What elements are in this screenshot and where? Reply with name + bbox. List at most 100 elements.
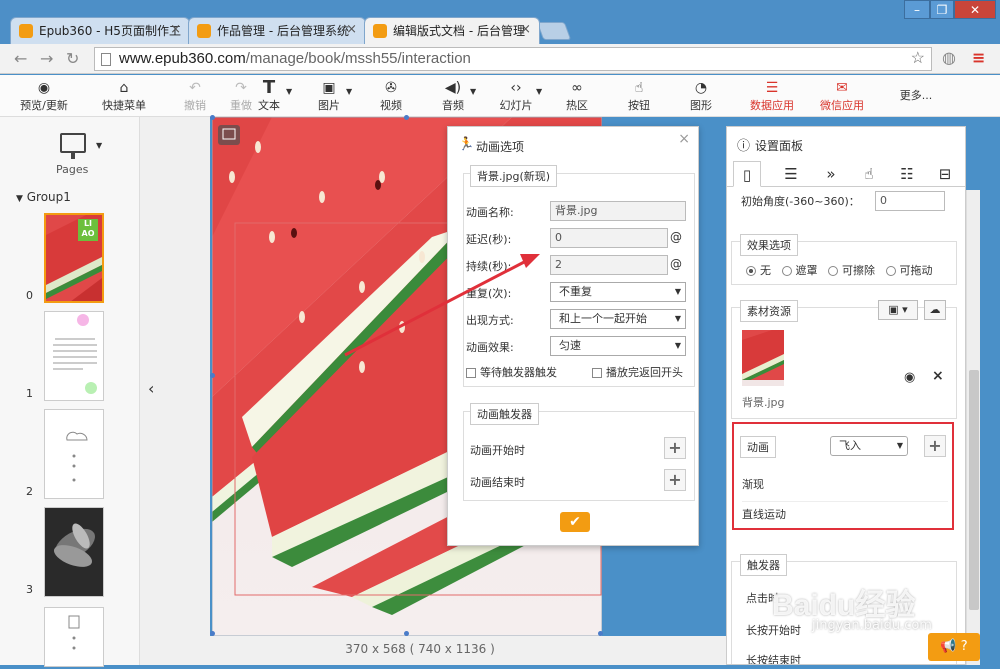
button-tool[interactable]: ☝ 按钮: [624, 79, 654, 113]
text-caret-icon[interactable]: ▼: [286, 87, 292, 96]
video-button[interactable]: ✇ 视频: [376, 79, 406, 113]
more-button[interactable]: 更多...: [896, 87, 936, 103]
menu-icon[interactable]: ≡: [972, 48, 985, 67]
database-tab-icon[interactable]: ☷: [893, 161, 921, 187]
box-title: 素材资源: [740, 300, 798, 322]
wait-trigger-checkbox[interactable]: 等待触发器触发: [466, 364, 557, 380]
upload-cloud-icon[interactable]: ☁: [924, 300, 946, 320]
forward-tab-icon[interactable]: »: [817, 161, 845, 187]
close-icon[interactable]: ×: [678, 131, 690, 147]
text-button[interactable]: T 文本: [254, 79, 284, 113]
browser-tab-2[interactable]: 作品管理 - 后台管理系统 ×: [188, 17, 366, 44]
url-input[interactable]: www.epub360.com/manage/book/mssh55/inter…: [94, 47, 932, 71]
delay-at-button[interactable]: @: [670, 230, 682, 244]
repeat-select[interactable]: 不重复: [550, 282, 686, 302]
collapse-panel-icon[interactable]: ‹: [148, 379, 154, 398]
delay-field[interactable]: 0: [550, 228, 668, 248]
page-thumb-2[interactable]: [44, 409, 104, 499]
image-icon: ▣: [888, 303, 899, 316]
shape-button[interactable]: ◔ 图形: [686, 79, 716, 113]
hotspot-button[interactable]: ∞ 热区: [562, 79, 592, 113]
page-tab-icon[interactable]: ▯: [733, 161, 761, 187]
resize-handle[interactable]: [210, 115, 215, 120]
slideshow-caret-icon[interactable]: ▼: [536, 87, 542, 96]
image-caret-icon[interactable]: ▼: [346, 87, 352, 96]
add-end-trigger-button[interactable]: +: [664, 469, 686, 491]
help-button[interactable]: 📢 ?: [928, 633, 980, 661]
resize-handle[interactable]: [404, 115, 409, 120]
close-tab-icon[interactable]: ×: [520, 22, 531, 37]
cloud-page-thumb: [66, 431, 88, 482]
effect-select[interactable]: 匀速: [550, 336, 686, 356]
duration-field[interactable]: 2: [550, 255, 668, 275]
delete-icon[interactable]: ×: [932, 368, 944, 384]
animation-name-field[interactable]: 背景.jpg: [550, 201, 686, 221]
flower-page-thumb: [53, 523, 95, 567]
minimize-button[interactable]: –: [904, 0, 930, 19]
confirm-button[interactable]: ✔: [560, 512, 590, 532]
add-start-trigger-button[interactable]: +: [664, 437, 686, 459]
eye-icon[interactable]: ◉: [904, 370, 915, 385]
data-app-button[interactable]: ☰ 数据应用: [746, 79, 798, 113]
image-button[interactable]: ▣ 图片: [314, 79, 344, 113]
trigger-item[interactable]: 长按结束时: [746, 652, 801, 664]
box-title: 触发器: [740, 554, 787, 576]
asset-thumbnail[interactable]: [742, 330, 784, 386]
preview-button[interactable]: ◉ 预览/更新: [18, 79, 70, 113]
settings-scrollbar[interactable]: [966, 190, 980, 665]
effect-radio-mask[interactable]: 遮罩: [781, 264, 818, 277]
trigger-item[interactable]: 长按开始时: [746, 622, 801, 638]
effect-radio-drag[interactable]: 可拖动: [885, 264, 933, 277]
effect-radio-none[interactable]: 无: [746, 264, 771, 277]
page-thumb-3[interactable]: [44, 507, 104, 597]
duration-at-button[interactable]: @: [670, 257, 682, 271]
checkbox-icon[interactable]: [592, 368, 602, 378]
browser-titlebar: Epub360 - H5页面制作工 × 作品管理 - 后台管理系统 × 编辑版式…: [0, 0, 1000, 44]
wechat-app-button[interactable]: ✉ 微信应用: [816, 79, 868, 113]
audio-button[interactable]: ◀) 音频: [438, 79, 468, 113]
forward-icon[interactable]: →: [40, 49, 53, 68]
window-close-button[interactable]: ✕: [954, 0, 996, 19]
group-header[interactable]: ▼ Group1: [16, 190, 71, 204]
scroll-thumb[interactable]: [969, 370, 979, 610]
monitor-icon[interactable]: [60, 133, 86, 159]
page-number: 1: [26, 387, 33, 400]
browser-tab-3[interactable]: 编辑版式文档 - 后台管理 ×: [364, 17, 540, 44]
radio-icon[interactable]: [885, 266, 896, 276]
globe-icon[interactable]: ◍: [942, 48, 956, 67]
maximize-button[interactable]: ❐: [930, 0, 954, 19]
image-dropdown-button[interactable]: ▣ ▾: [878, 300, 918, 320]
effect-radio-erase[interactable]: 可擦除: [828, 264, 875, 277]
dialog-title: 动画选项: [476, 140, 525, 154]
resize-handle[interactable]: [210, 373, 215, 378]
reload-icon[interactable]: ↻: [66, 49, 79, 68]
new-tab-button[interactable]: [536, 22, 572, 40]
play-back-checkbox[interactable]: 播放完返回开头: [592, 364, 683, 380]
audio-caret-icon[interactable]: ▼: [470, 87, 476, 96]
star-icon[interactable]: ☆: [911, 48, 925, 70]
annotation-highlight-box: [732, 422, 954, 530]
appear-select[interactable]: 和上一个一起开始: [550, 309, 686, 329]
collapse-icon[interactable]: ▼: [16, 194, 23, 204]
radio-icon[interactable]: [828, 266, 838, 276]
initial-angle-field[interactable]: 0: [875, 191, 945, 211]
hand-tab-icon[interactable]: ☝: [855, 161, 883, 187]
radio-icon[interactable]: [781, 266, 792, 276]
close-tab-icon[interactable]: ×: [346, 22, 357, 37]
back-icon[interactable]: ←: [14, 49, 27, 68]
page-thumb-1[interactable]: [44, 311, 104, 401]
undo-button[interactable]: ↶ 撤销: [180, 79, 210, 113]
browser-tab-1[interactable]: Epub360 - H5页面制作工 ×: [10, 17, 190, 44]
checkbox-icon[interactable]: [466, 368, 476, 378]
page-thumb-4[interactable]: [44, 607, 104, 667]
quick-menu-button[interactable]: ⌂ 快捷菜单: [98, 79, 150, 113]
redo-icon: ↷: [235, 80, 247, 96]
pages-caret-icon[interactable]: ▼: [96, 141, 102, 150]
page-thumb-0[interactable]: LI AO: [44, 213, 104, 303]
slideshow-button[interactable]: ‹› 幻灯片: [496, 79, 536, 113]
list-tab-icon[interactable]: ☰: [777, 161, 805, 187]
drive-tab-icon[interactable]: ⊟: [931, 161, 959, 187]
close-tab-icon[interactable]: ×: [170, 22, 181, 37]
radio-icon[interactable]: [746, 266, 756, 276]
redo-button[interactable]: ↷ 重做: [226, 79, 256, 113]
